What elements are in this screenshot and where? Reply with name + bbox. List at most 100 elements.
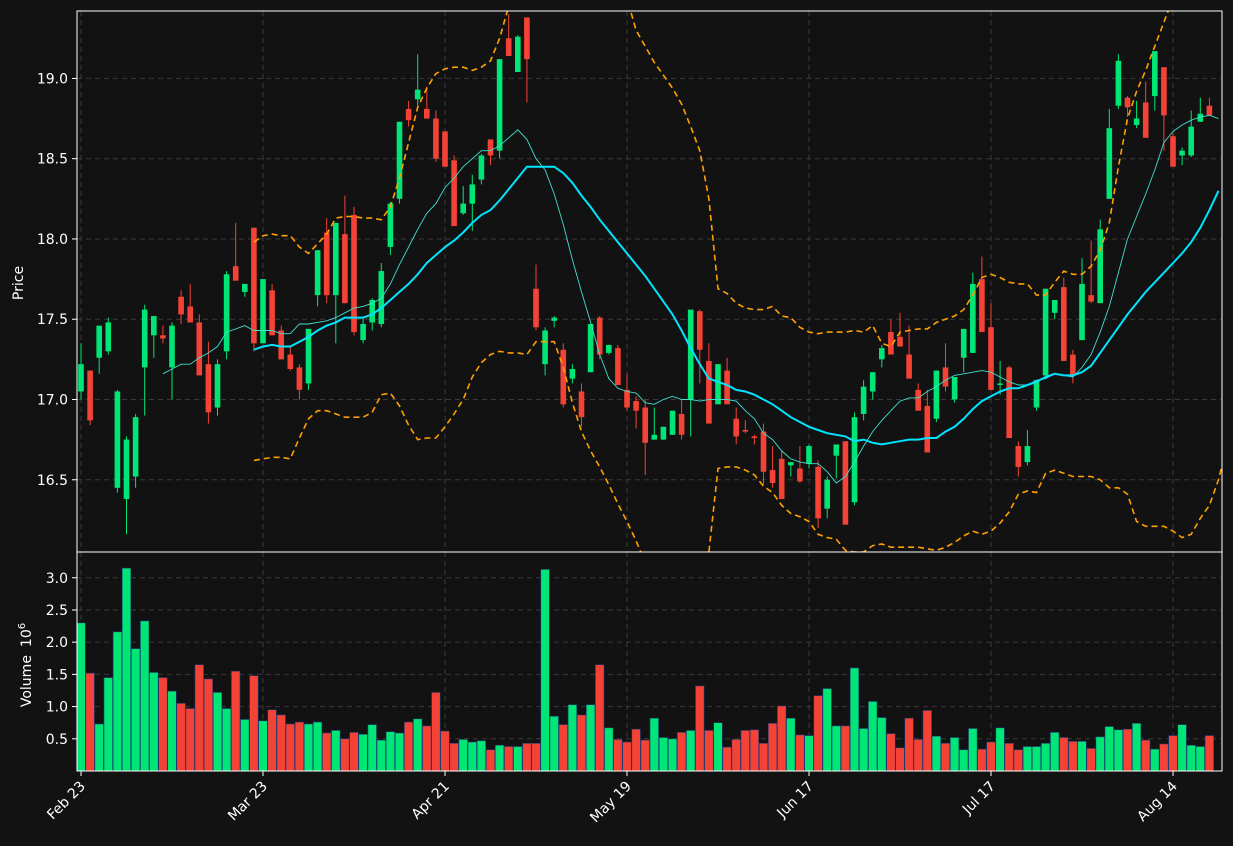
volume-bar	[240, 719, 250, 772]
candle-body	[114, 391, 121, 488]
candle-body	[1088, 295, 1094, 302]
volume-bar	[358, 733, 368, 772]
volume-bar	[959, 749, 969, 772]
volume-bar	[194, 664, 204, 772]
candle-body	[1124, 97, 1131, 108]
candle-body	[615, 348, 621, 386]
volume-bar	[94, 723, 104, 772]
volume-bar	[977, 748, 987, 772]
chart-svg: 16.5 17.0 17.5 18.0 18.5 19.0 0.5 1.0 1.5 2.0 2.5…	[0, 0, 1233, 842]
candle-body	[533, 288, 539, 328]
volume-bar	[422, 725, 432, 772]
volume-bar	[376, 739, 386, 772]
candle-body	[151, 316, 157, 336]
volume-bar	[549, 715, 559, 772]
volume-axis-label: Volume 106	[17, 623, 35, 707]
candle-body	[769, 470, 776, 483]
volume-bar	[1122, 728, 1133, 772]
volume-bar	[1013, 749, 1023, 772]
candle-body	[323, 232, 330, 296]
candle-body	[1106, 128, 1113, 199]
volume-bar	[276, 714, 286, 772]
price-tick-label: 17.0	[37, 392, 68, 408]
volume-bar	[131, 648, 141, 772]
candle-body	[396, 121, 403, 199]
candle-body	[633, 401, 639, 411]
volume-bar	[1204, 735, 1214, 772]
candle-body	[178, 296, 184, 315]
candle-body	[824, 479, 830, 509]
candle-body	[879, 348, 885, 360]
volume-bar	[831, 725, 841, 772]
volume-bar	[367, 724, 377, 772]
volume-tick-label: 3.0	[46, 571, 68, 587]
candle-body	[378, 271, 385, 325]
volume-bar	[231, 670, 241, 772]
volume-bar	[904, 717, 914, 772]
volume-bar	[649, 717, 659, 772]
volume-bar	[940, 743, 951, 772]
volume-scale-base: 10	[19, 629, 35, 647]
volume-bar	[758, 743, 769, 772]
volume-bar	[303, 723, 314, 772]
candle-body	[405, 108, 412, 121]
volume-tick-label: 1.5	[46, 667, 68, 683]
volume-bar	[968, 728, 978, 772]
candle-body	[478, 155, 485, 180]
candle-body	[1051, 299, 1058, 313]
volume-tick-label: 0.5	[46, 732, 68, 748]
volume-bar	[476, 740, 487, 772]
volume-bar	[522, 743, 532, 772]
candle-body	[433, 118, 439, 159]
candle-body	[624, 389, 630, 408]
volume-bar	[467, 741, 477, 772]
volume-tick-label: 2.0	[46, 635, 68, 651]
volume-bar	[1159, 743, 1169, 772]
candle-body	[1170, 136, 1176, 167]
volume-bar	[403, 721, 414, 772]
volume-bar	[877, 717, 887, 772]
volume-bar	[1104, 726, 1114, 772]
volume-bar	[485, 749, 496, 772]
candle-body	[960, 328, 967, 358]
volume-bar	[886, 733, 896, 772]
volume-bar	[176, 703, 186, 772]
volume-bar	[558, 724, 568, 772]
candle-body	[1179, 150, 1185, 156]
volume-bar	[1050, 732, 1060, 772]
candle-body	[1133, 118, 1140, 125]
candle-body	[1142, 102, 1149, 138]
candle-body	[815, 466, 821, 519]
price-tick-label: 19.0	[37, 71, 68, 87]
volume-bar	[1059, 737, 1069, 772]
volume-bar	[1177, 724, 1187, 772]
candle-body	[524, 17, 530, 60]
chart: 16.5 17.0 17.5 18.0 18.5 19.0 0.5 1.0 1.5 2.0 2.5…	[0, 0, 1233, 842]
volume-scale-exponent: 6	[17, 623, 28, 629]
candle-body	[1152, 51, 1158, 97]
candle-body	[333, 222, 339, 296]
volume-bar	[531, 743, 541, 772]
volume-bar	[604, 727, 614, 772]
volume-bar	[167, 690, 177, 772]
candle-body	[715, 364, 721, 405]
candle-body	[551, 317, 557, 321]
candle-body	[515, 36, 521, 73]
candle-body	[160, 335, 166, 339]
volume-bar	[895, 747, 905, 772]
candle-body	[778, 458, 785, 500]
candle-body	[1097, 229, 1103, 304]
volume-bar	[576, 714, 587, 772]
volume-bar	[76, 622, 86, 772]
volume-bar	[804, 735, 814, 772]
candle-body	[988, 327, 994, 390]
volume-bar	[103, 677, 113, 772]
volume-bar	[1004, 743, 1014, 772]
volume-bar	[431, 692, 441, 772]
candle-body	[933, 370, 940, 419]
candle-body	[660, 426, 667, 440]
candle-body	[742, 429, 749, 432]
candle-body	[842, 441, 849, 525]
volume-bar	[622, 741, 632, 772]
volume-bar	[849, 667, 860, 772]
